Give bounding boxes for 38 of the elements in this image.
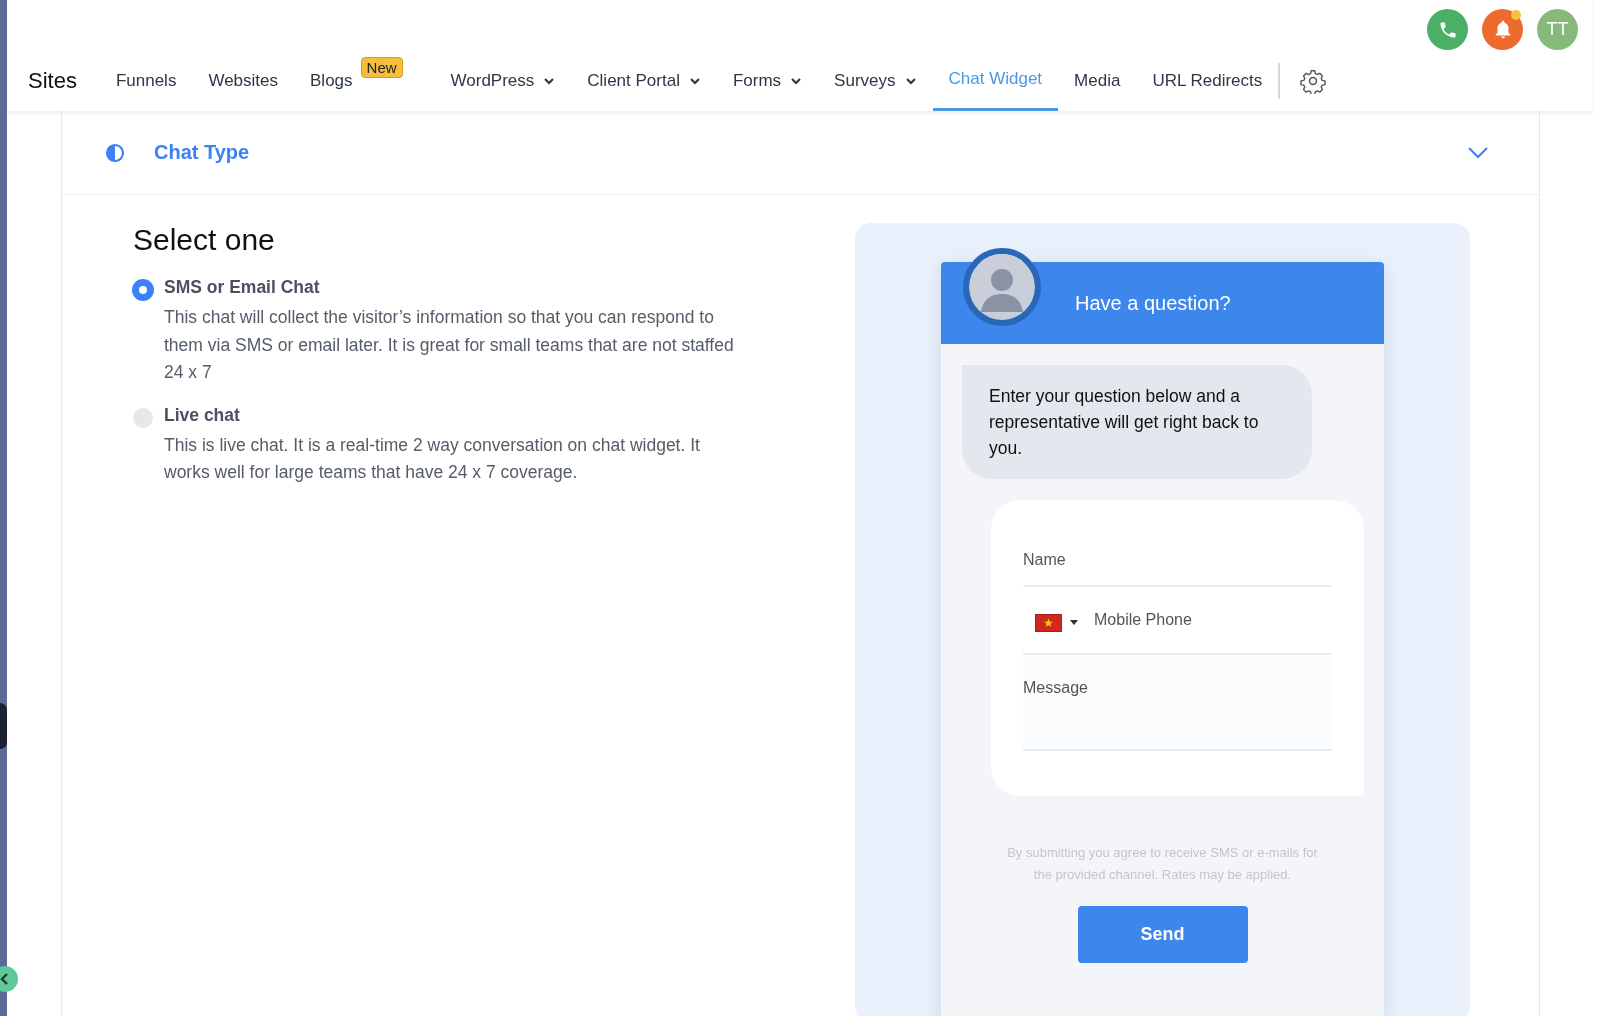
nav-tab[interactable]: URL Redirects <box>1136 51 1279 111</box>
settings-button[interactable] <box>1300 68 1327 94</box>
caret-icon <box>543 77 556 85</box>
option-label: Live chat <box>164 404 241 426</box>
phone-field[interactable]: Mobile Phone <box>1086 605 1332 635</box>
nav-tab[interactable]: WordPress <box>434 51 572 111</box>
nav-tab[interactable]: Surveys <box>818 51 933 111</box>
caret-icon <box>1070 620 1078 626</box>
side-handle[interactable] <box>0 703 7 749</box>
person-silhouette-icon <box>969 254 1035 320</box>
option-label: SMS or Email Chat <box>164 277 321 298</box>
new-badge: New <box>360 57 403 78</box>
caret-icon <box>790 77 803 85</box>
greeting-bubble: Enter your question below and a representative will get right back to you. <box>962 365 1312 479</box>
page-title: Sites <box>28 68 77 94</box>
chevron-left-icon <box>0 973 10 985</box>
nav-tab[interactable]: Funnels <box>99 51 193 111</box>
nav-tab[interactable]: Media <box>1058 51 1137 111</box>
message-field[interactable]: Message <box>1023 655 1332 751</box>
nav-tab[interactable]: Client Portal <box>571 51 717 111</box>
phone-button[interactable] <box>1427 9 1468 50</box>
widget-title: Have a question? <box>1075 291 1231 315</box>
select-heading: Select one <box>133 223 276 257</box>
send-button[interactable]: Send <box>1077 906 1248 963</box>
radio-button[interactable] <box>133 407 153 428</box>
nav-tab[interactable]: Websites <box>192 51 294 111</box>
caret-icon <box>688 77 701 85</box>
caret-icon <box>904 77 917 85</box>
chevron-down-icon <box>1467 145 1489 160</box>
half-circle-icon <box>105 142 125 163</box>
settings-icon <box>1300 68 1327 94</box>
nav-tab[interactable]: Forms <box>716 51 819 111</box>
flag-icon <box>1035 614 1062 632</box>
radio-button[interactable] <box>133 280 153 300</box>
notifications-button[interactable] <box>1482 9 1523 50</box>
name-field[interactable]: Name <box>1023 535 1332 587</box>
option-description: This is live chat. It is a real-time 2 way conversation on chat widget. It works well for large teams that have 24 x 7 coverage. <box>164 433 701 484</box>
option-description: This chat will collect the visitor’s information so that you can respond to them via SMS or email later. It is great for small teams that are not staffed 24 x 7 <box>164 306 735 384</box>
